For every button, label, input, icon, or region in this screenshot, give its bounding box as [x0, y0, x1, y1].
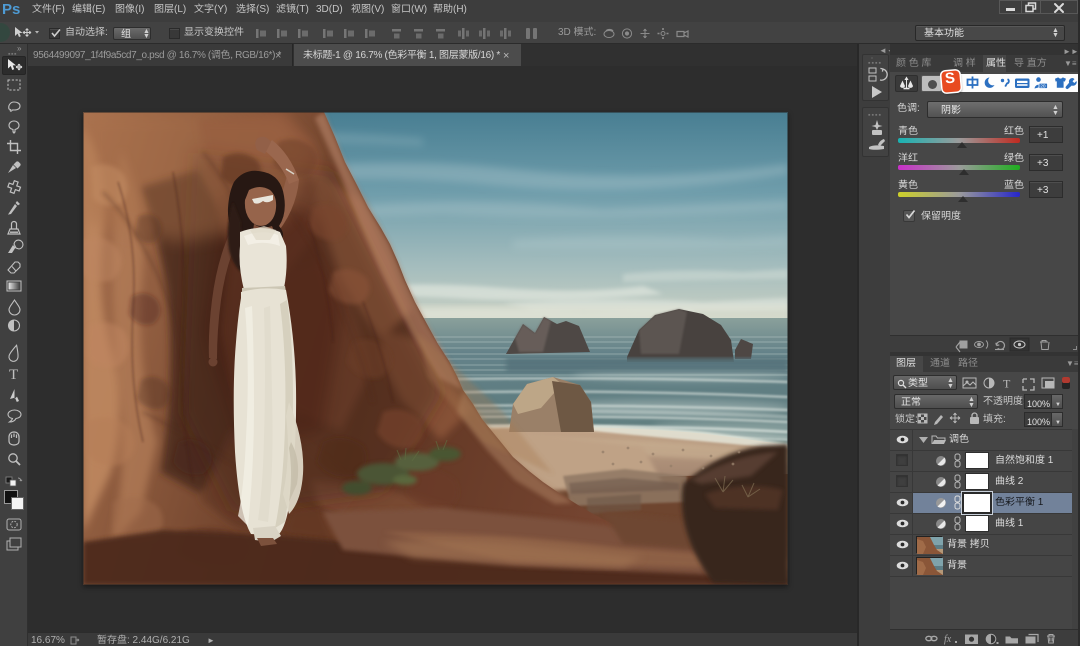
- svg-text:20: 20: [1040, 84, 1046, 90]
- svg-text:fx: fx: [944, 634, 952, 645]
- svg-text:T: T: [9, 367, 18, 383]
- svg-text:T: T: [1003, 377, 1011, 391]
